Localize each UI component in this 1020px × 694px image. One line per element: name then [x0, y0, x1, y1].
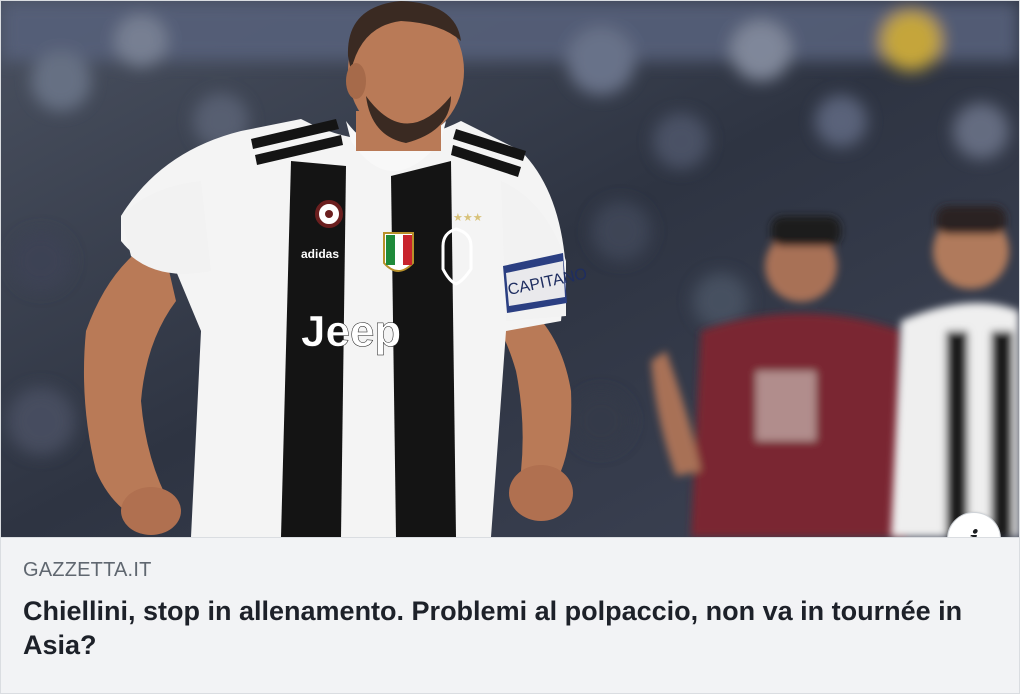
svg-text:★★★: ★★★ [453, 211, 483, 224]
article-headline[interactable]: Chiellini, stop in allenamento. Problemi… [23, 594, 983, 662]
player-photo: ★★★ Jeep adidas CAPITANO [1, 1, 1019, 537]
info-icon: i [969, 527, 979, 538]
article-image[interactable]: ★★★ Jeep adidas CAPITANO i [1, 1, 1019, 537]
kit-brand-text: adidas [301, 247, 339, 261]
source-domain: GAZZETTA.IT [23, 559, 152, 581]
jersey-sponsor-text: Jeep [301, 307, 401, 356]
link-preview-card[interactable]: ★★★ Jeep adidas CAPITANO i GAZZETTA.IT C… [0, 0, 1020, 694]
link-preview-meta[interactable]: GAZZETTA.IT Chiellini, stop in allenamen… [1, 537, 1019, 693]
